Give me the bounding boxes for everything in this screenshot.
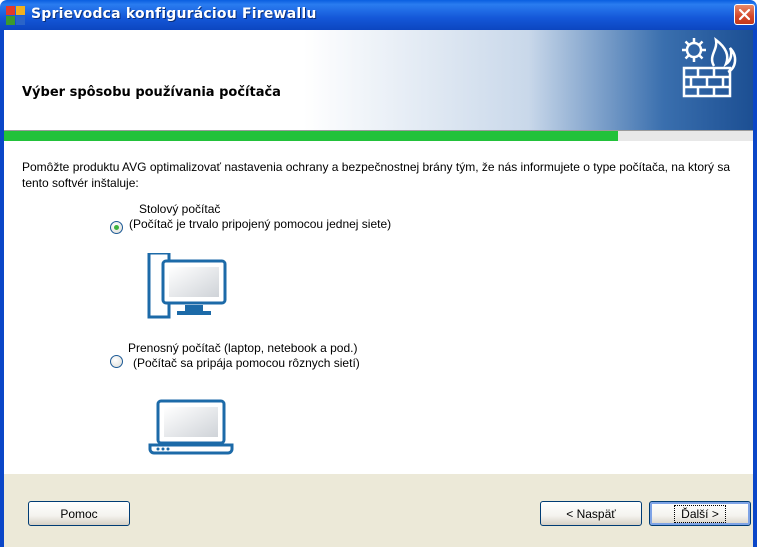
laptop-icon [148,399,234,455]
back-button-label: < Naspäť [566,506,616,521]
desktop-computer-icon [147,253,227,319]
back-button[interactable]: < Naspäť [540,501,642,526]
title-bar[interactable]: Sprievodca konfiguráciou Firewallu [0,0,757,30]
progress-fill [4,131,619,141]
wizard-progress-bar [4,130,753,141]
page-title: Výber spôsobu používania počítača [22,85,281,100]
desktop-option-description: (Počítač je trvalo pripojený pomocou jed… [129,217,392,231]
close-button[interactable] [734,4,755,25]
avg-logo-icon [6,6,25,25]
laptop-option-title: Prenosný počítač (laptop, netebook a pod… [128,341,358,355]
desktop-option-title: Stolový počítač [139,202,221,216]
help-button-label: Pomoc [60,506,98,521]
next-button[interactable]: Ďalší > [649,501,751,526]
wizard-content: Pomôžte produktu AVG optimalizovať nasta… [4,141,753,474]
firewall-gear-flame-icon [682,37,737,98]
help-button[interactable]: Pomoc [28,501,130,526]
laptop-option-label[interactable]: Prenosný počítač (laptop, netebook a pod… [128,341,360,371]
laptop-option-radio[interactable] [110,355,123,368]
laptop-option-description: (Počítač sa pripája pomocou rôznych siet… [133,356,360,370]
window-title: Sprievodca konfiguráciou Firewallu [31,6,317,22]
next-button-label: Ďalší > [674,504,726,523]
intro-text: Pomôžte produktu AVG optimalizovať nasta… [22,160,730,190]
desktop-option-radio[interactable] [110,221,123,234]
close-icon [738,8,751,21]
window-frame-right [753,30,757,547]
wizard-footer: Pomoc < Naspäť Ďalší > [4,474,753,547]
wizard-header: Výber spôsobu používania počítača [4,30,753,130]
desktop-option-label[interactable]: Stolový počítač (Počítač je trvalo pripo… [129,202,391,232]
